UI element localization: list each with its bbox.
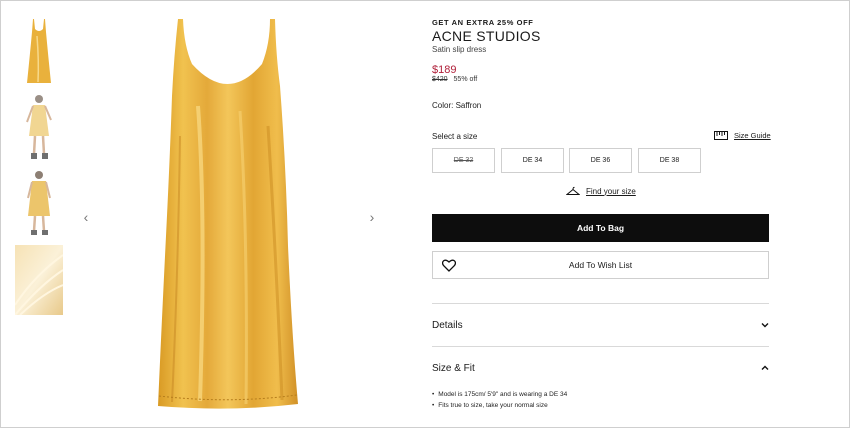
size-fit-item: Model is 175cm/ 5'9" and is wearing a DE…: [432, 391, 567, 398]
divider: [432, 346, 769, 347]
promo-banner: GET AN EXTRA 25% OFF: [432, 18, 534, 27]
details-label: Details: [432, 319, 463, 331]
size-fit-list: Model is 175cm/ 5'9" and is wearing a DE…: [432, 391, 567, 413]
thumbnail-dress-front[interactable]: [15, 16, 63, 86]
add-to-wish-list-button[interactable]: Add To Wish List: [432, 251, 769, 279]
size-fit-accordion[interactable]: Size & Fit: [432, 358, 769, 378]
price-row: $420 55% off: [432, 76, 477, 83]
sale-price: $189: [432, 64, 457, 76]
size-option-label: DE 38: [659, 157, 680, 164]
previous-image-arrow[interactable]: ‹: [78, 207, 94, 227]
add-to-bag-button[interactable]: Add To Bag: [432, 214, 769, 242]
size-option-de-36[interactable]: DE 36: [569, 148, 632, 173]
chevron-up-icon: [761, 365, 769, 370]
original-price: $420: [432, 76, 448, 83]
divider: [432, 303, 769, 304]
size-option-label: DE 32: [453, 157, 474, 164]
size-guide-link[interactable]: Size Guide: [714, 131, 771, 140]
heart-icon: [442, 259, 456, 272]
find-your-size-link[interactable]: Find your size: [566, 186, 636, 196]
size-option-de-32[interactable]: DE 32: [432, 148, 495, 173]
details-accordion[interactable]: Details: [432, 315, 769, 335]
find-your-size-label: Find your size: [586, 186, 636, 196]
color-label: Color: Saffron: [432, 101, 482, 110]
brand-name[interactable]: ACNE STUDIOS: [432, 28, 541, 44]
chevron-down-icon: [761, 323, 769, 328]
select-size-label: Select a size: [432, 132, 478, 141]
size-option-de-38[interactable]: DE 38: [638, 148, 701, 173]
thumbnail-model-back[interactable]: [15, 168, 63, 238]
wish-list-label: Add To Wish List: [568, 260, 633, 270]
size-option-de-34[interactable]: DE 34: [501, 148, 564, 173]
main-product-image: [150, 16, 305, 414]
size-option-label: DE 36: [590, 157, 611, 164]
discount-label: 55% off: [453, 76, 478, 83]
size-fit-label: Size & Fit: [432, 362, 475, 374]
next-image-arrow[interactable]: ›: [364, 207, 380, 227]
size-option-label: DE 34: [522, 157, 543, 164]
ruler-icon: [714, 131, 728, 140]
size-guide-label: Size Guide: [734, 131, 771, 140]
thumbnail-model-front[interactable]: [15, 92, 63, 162]
size-fit-item: Fits true to size, take your normal size: [432, 402, 567, 409]
thumbnail-fabric-detail[interactable]: [15, 245, 63, 315]
product-name: Satin slip dress: [432, 45, 487, 54]
hanger-icon: [566, 186, 580, 195]
